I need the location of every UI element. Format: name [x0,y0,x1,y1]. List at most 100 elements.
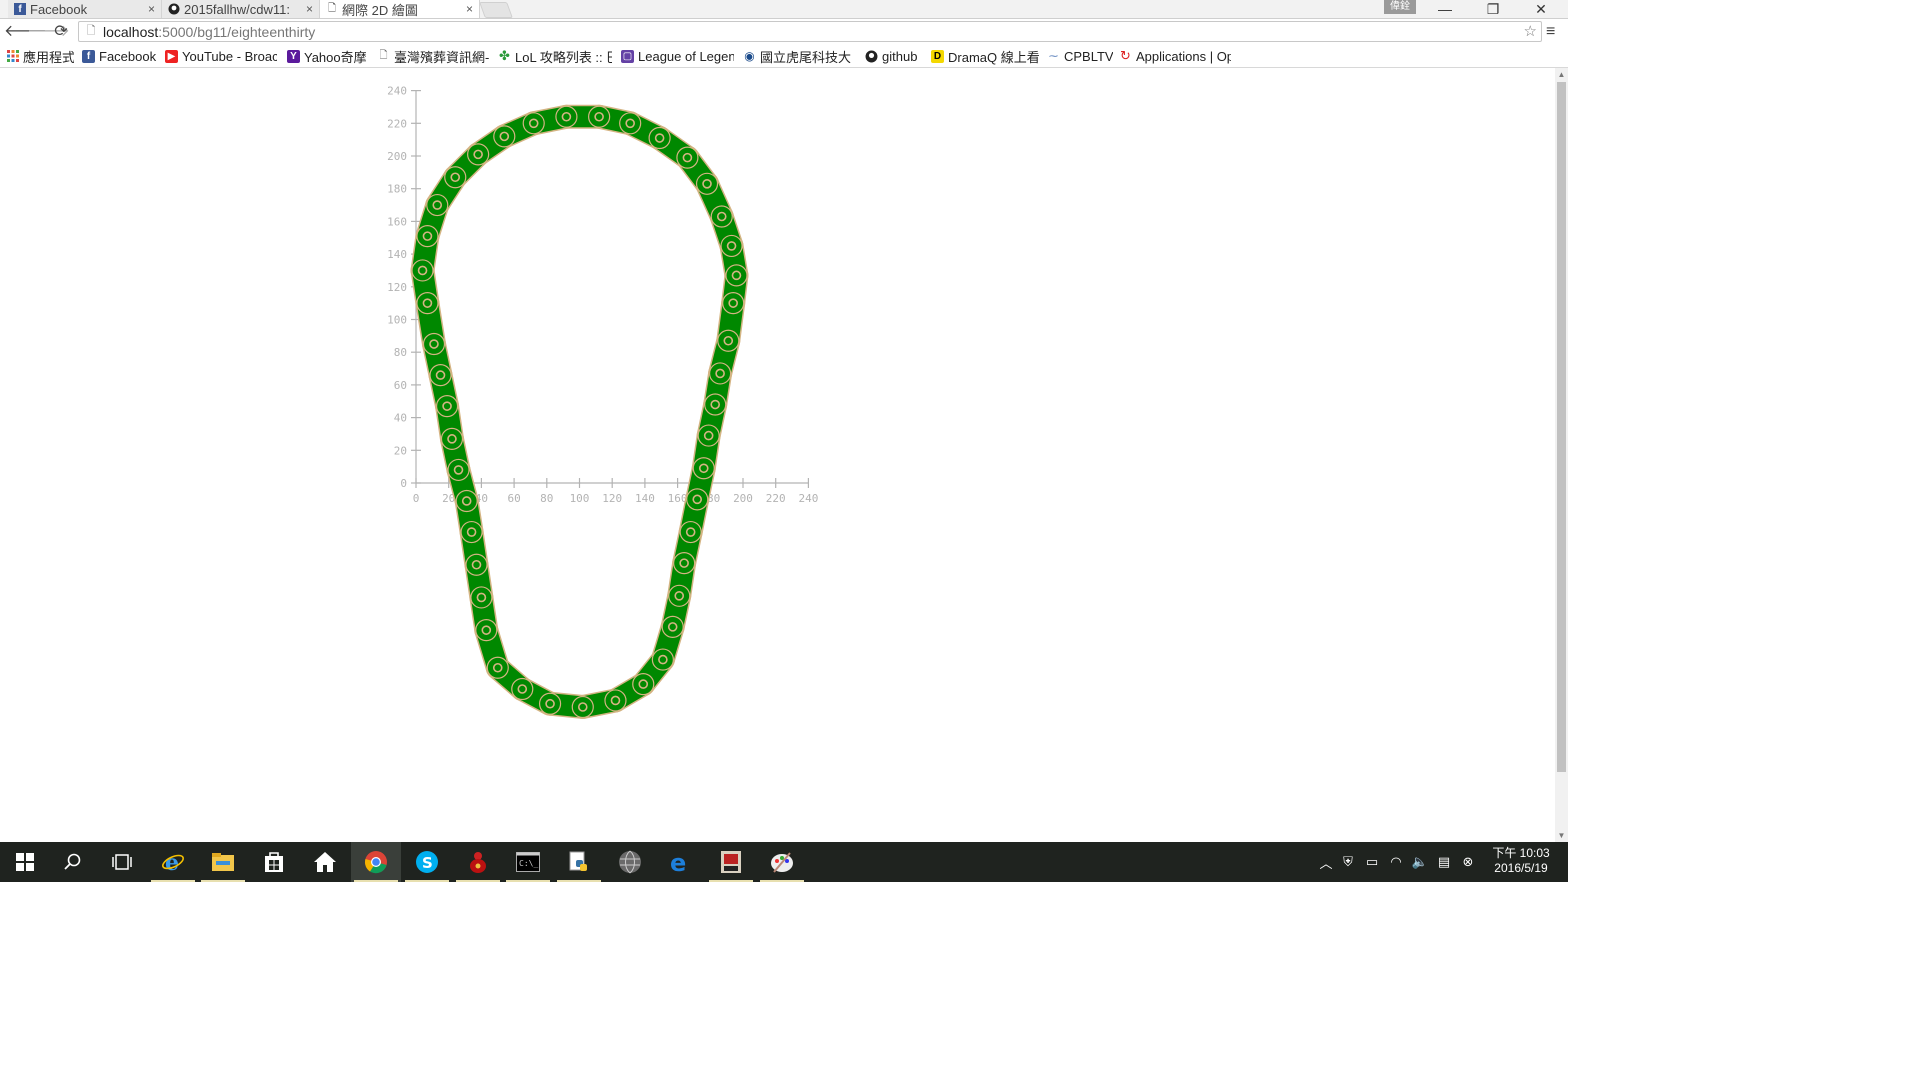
bookmark-youtube[interactable]: ▶ YouTube - Broac [165,47,277,65]
clock-time: 下午 10:03 [1492,846,1550,860]
app-red-icon[interactable] [453,842,503,882]
bookmark-label: 應用程式 [23,49,74,65]
chain-chart: 0 20 40 60 80 100 120 140 160 180 200 220 2400204060… [387,85,818,719]
security-shield-icon[interactable]: ⛨ [1336,854,1360,870]
chain-links [410,104,749,719]
skype-icon[interactable]: S [402,842,452,882]
chain-pin [731,270,742,281]
reload-button[interactable]: ⟳ [51,22,71,42]
close-tab-icon[interactable]: × [148,2,155,16]
app-game-icon[interactable] [706,842,756,882]
volume-icon[interactable]: 🔈 [1408,854,1432,870]
store-icon[interactable] [249,842,299,882]
chain-pin [450,172,461,183]
bookmark-cpbltv[interactable]: ⁓ CPBLTV [1047,47,1113,65]
bookmark-funeral-info[interactable]: 🗋 臺灣殯葬資訊網- [377,47,489,65]
chain-pin [471,559,482,570]
page-info-icon[interactable]: 🗋 [83,22,99,41]
x-tick-label: 240 [798,492,818,505]
chrome-icon[interactable] [351,842,401,882]
close-window-button[interactable]: ✕ [1518,0,1564,18]
chain-pin [698,463,709,474]
bookmark-label: DramaQ 線上看 [948,49,1040,65]
chain-pin [682,152,693,163]
bookmark-apps[interactable]: 應用程式 [6,47,74,65]
x-tick-label: 100 [570,492,590,505]
bookmark-label: github [882,48,918,64]
taskbar-clock[interactable]: 下午 10:03 2016/5/19 [1482,846,1560,876]
search-icon[interactable] [48,842,98,882]
globe-app-icon[interactable] [605,842,655,882]
minimize-button[interactable]: — [1422,0,1468,18]
battery-icon[interactable]: ▭ [1360,854,1384,870]
chain-pin [481,625,492,635]
file-explorer-icon[interactable] [198,842,248,882]
restore-button[interactable]: ❐ [1470,0,1516,18]
tab-github[interactable]: 2015fallhw/cdw11: × [162,0,320,18]
chain-pin [728,298,738,308]
bookmark-github[interactable]: github [865,47,925,65]
bookmark-star-icon[interactable]: ☆ [1524,22,1537,42]
scroll-up-icon[interactable]: ▲ [1555,70,1568,79]
bookmark-openshift[interactable]: ↻ Applications | Op [1119,47,1231,65]
chain-pin [674,591,685,601]
task-view-icon[interactable] [97,842,147,882]
browser-toolbar: 🡐 🡒 ⟳ 🗋 localhost:5000/bg11/eighteenthir… [0,19,1568,45]
chain-pin [685,527,696,537]
new-tab-button[interactable] [479,2,513,18]
paint-icon[interactable] [757,842,807,882]
chain-pin [716,211,727,222]
back-button[interactable]: 🡐 [4,22,47,42]
bookmarks-bar: 應用程式 f Facebook ▶ YouTube - Broac Y Yaho… [0,45,1568,68]
clock-date: 2016/5/19 [1494,861,1548,875]
start-button-icon[interactable] [0,842,50,882]
scroll-down-icon[interactable]: ▼ [1555,831,1568,840]
facebook-icon: f [14,3,26,15]
bookmark-dramaq[interactable]: D DramaQ 線上看 [931,47,1041,65]
cpbl-icon: ⁓ [1049,50,1058,61]
wifi-icon[interactable]: ◠ [1384,854,1408,870]
terminal-icon[interactable]: C:\_ [503,842,553,882]
vertical-scrollbar[interactable]: ▲ ▼ [1555,68,1568,842]
bookmark-label: 臺灣殯葬資訊網- [394,49,489,65]
youtube-icon: ▶ [165,49,178,63]
bookmark-label: League of Legen [638,48,734,64]
profile-button[interactable]: 偉銓 [1384,0,1416,14]
tab-label: Facebook [30,1,88,17]
forward-button[interactable]: 🡒 [27,22,70,42]
chain-pin [417,265,428,276]
tab-label: 2015fallhw/cdw11: [184,1,290,17]
scrollbar-thumb[interactable] [1557,82,1566,772]
bookmark-yahoo[interactable]: Y Yahoo奇摩 [287,47,369,65]
apps-grid-icon [6,50,19,63]
y-tick-label: 80 [394,346,407,359]
close-tab-icon[interactable]: × [306,2,313,16]
chain-pin [422,231,433,241]
page-viewport: 0 20 40 60 80 100 120 140 160 180 200 220 240 0 20 40 60… [0,68,1555,842]
y-tick-label: 120 [387,281,407,294]
svg-text:e: e [670,850,686,874]
bookmark-league-of-legends[interactable]: ▢ League of Legen [621,47,734,65]
address-bar[interactable]: 🗋 localhost:5000/bg11/eighteenthirty ☆ [78,21,1542,42]
bookmark-nfu[interactable]: ◉ 國立虎尾科技大 [743,47,856,65]
edge-icon[interactable]: e [655,842,705,882]
internet-explorer-icon[interactable]: e [148,842,198,882]
python-icon[interactable] [554,842,604,882]
twitch-icon: ▢ [621,49,634,63]
chrome-menu-icon[interactable]: ≡ [1546,22,1564,42]
page-icon: 🗋 [379,49,388,61]
tab-drawing[interactable]: 🗋 網際 2D 繪圖 × [320,0,480,18]
tab-facebook[interactable]: f Facebook × [8,0,162,18]
chain-pin [432,200,443,210]
bookmark-lol-guide[interactable]: ✤ LoL 攻略列表 :: 巴 [498,47,612,65]
close-tab-icon[interactable]: × [466,2,473,16]
chain-pin [466,527,477,537]
bookmark-facebook[interactable]: f Facebook [82,47,158,65]
chain-pin [499,131,510,142]
show-hidden-icons-icon[interactable]: ︿ [1316,853,1336,872]
home-icon[interactable] [300,842,350,882]
chain-pin [726,241,737,251]
action-center-icon[interactable]: ▤ [1432,854,1456,870]
url-path: :5000/bg11/eighteenthirty [158,23,316,40]
dismiss-icon[interactable]: ⊗ [1456,854,1480,870]
